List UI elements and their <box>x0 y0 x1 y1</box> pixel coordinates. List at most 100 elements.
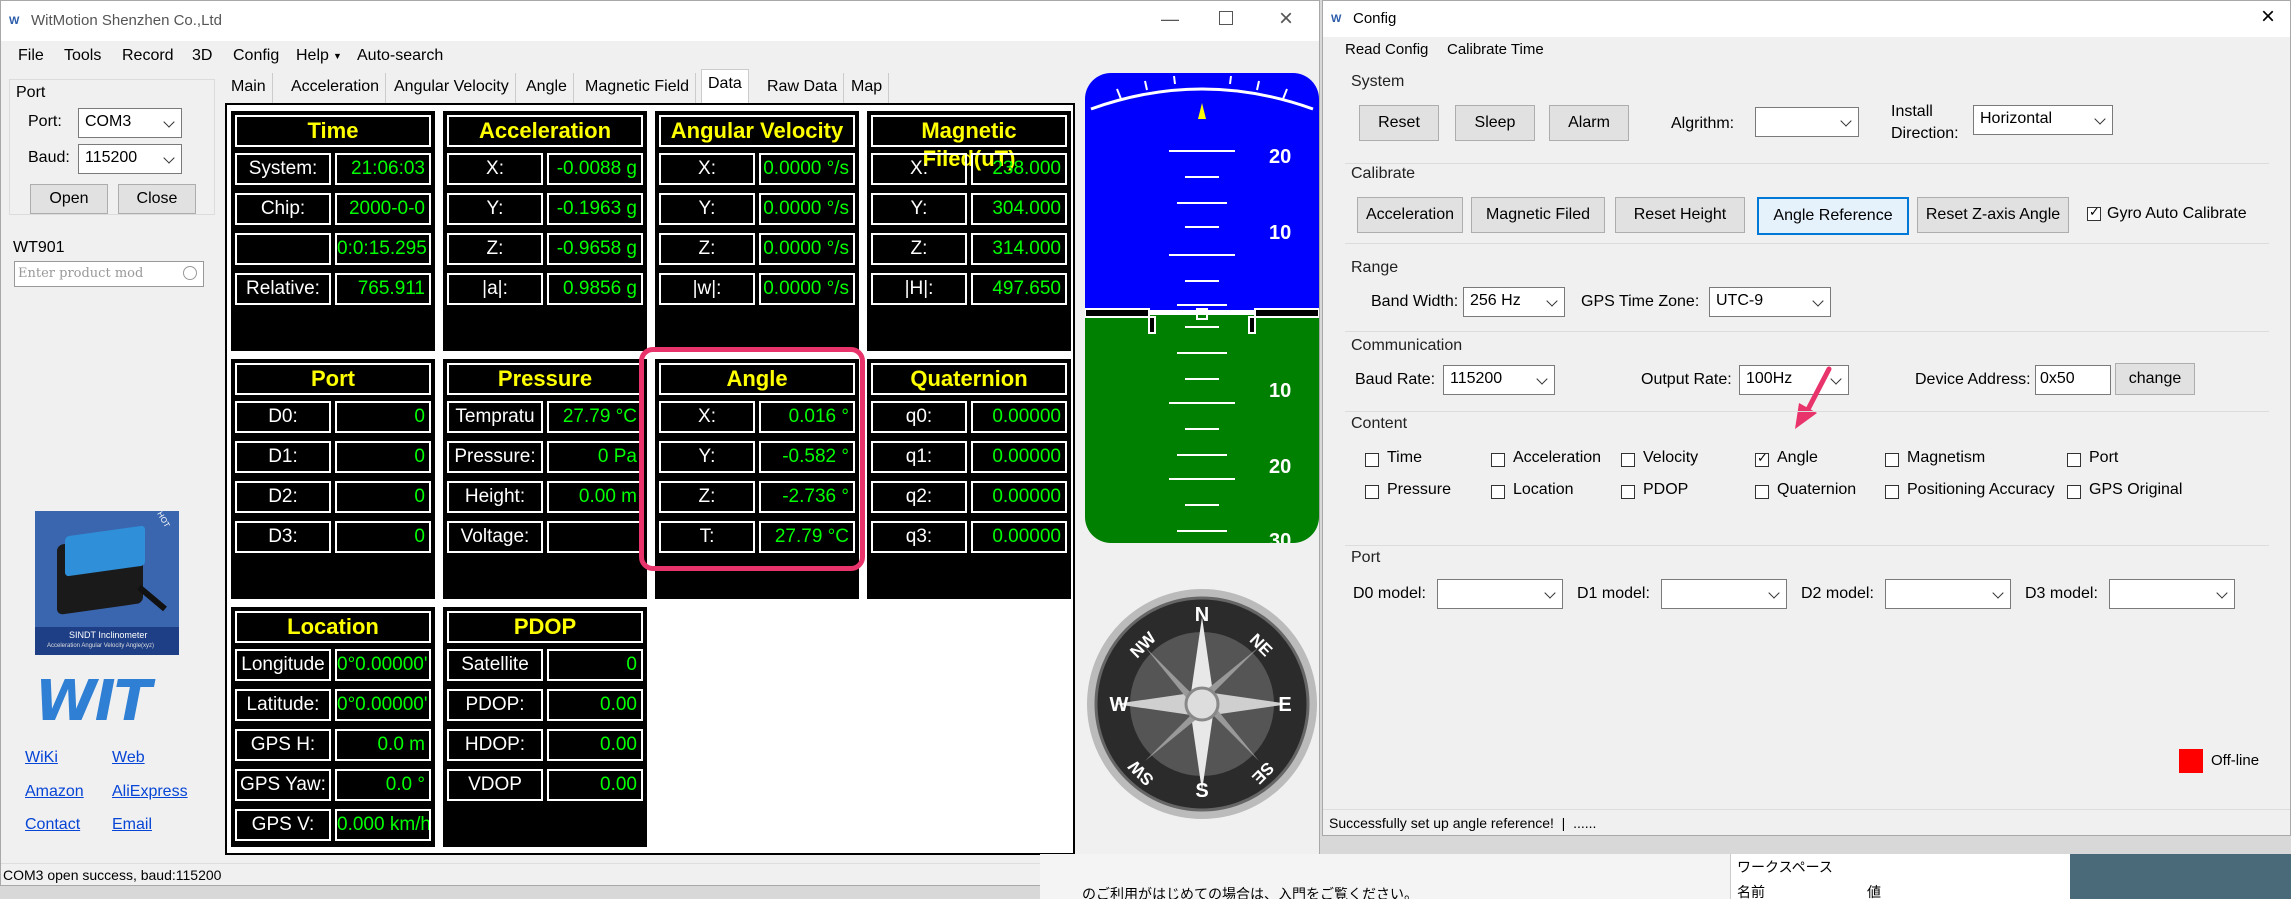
tab-raw-data[interactable]: Raw Data <box>761 73 845 103</box>
config-logo-icon: W <box>1331 13 1342 25</box>
open-button[interactable]: Open <box>30 184 108 214</box>
config-menu-read[interactable]: Read Config <box>1345 41 1428 58</box>
algrithm-select[interactable] <box>1755 107 1859 137</box>
algrithm-label: Algrithm: <box>1671 115 1735 132</box>
baud-select[interactable]: 115200 <box>78 144 182 174</box>
content-gps-original-checkbox[interactable] <box>2067 485 2081 499</box>
panel-time: Time System: 21:06:03 Chip: 2000-0-0 0:0:15.2… <box>231 111 435 351</box>
product-image-caption: Acceleration Angular Velocity Angle(xyz) <box>47 643 155 649</box>
panel-magnetic-label: Z: <box>871 233 967 265</box>
content-divider <box>1345 411 2269 412</box>
menu-record[interactable]: Record <box>122 47 174 65</box>
config-close-icon[interactable]: × <box>2261 3 2275 31</box>
workspace-title: ワークスペース <box>1737 859 1833 875</box>
panel-angular_velocity-label: Z: <box>659 233 755 265</box>
panel-port-value: 0 <box>335 521 431 553</box>
config-menu-calibrate-time[interactable]: Calibrate Time <box>1447 41 1544 58</box>
background-app: のご利用がはじめての場合は、入門をご覧ください。 ワークスペース 名前 値 <box>1040 854 2291 899</box>
install-direction-select[interactable]: Horizontal <box>1973 105 2113 135</box>
link-web[interactable]: Web <box>112 749 145 767</box>
panel-pressure-value: 27.79 °C <box>547 401 643 433</box>
content-pdop-checkbox[interactable] <box>1621 485 1635 499</box>
tab-angular-velocity[interactable]: Angular Velocity <box>388 73 516 103</box>
d1-model-select[interactable] <box>1661 579 1787 609</box>
tab-acceleration[interactable]: Acceleration <box>285 73 387 103</box>
content-velocity-checkbox[interactable] <box>1621 453 1635 467</box>
menu-file[interactable]: File <box>18 47 44 65</box>
panel-magnetic-value: 314.000 <box>971 233 1067 265</box>
content-port-label: Port <box>2089 449 2119 466</box>
content-port-checkbox[interactable] <box>2067 453 2081 467</box>
content-positioning-accuracy-checkbox[interactable] <box>1885 485 1899 499</box>
close-window-button[interactable]: × <box>1279 5 1293 33</box>
panel-time-label: Chip: <box>235 193 331 225</box>
close-button[interactable]: Close <box>118 184 196 214</box>
install-label-line2: Direction: <box>1891 125 1959 142</box>
port-select[interactable]: COM3 <box>78 108 182 138</box>
panel-pdop-value: 0.00 <box>547 729 643 761</box>
device-address-input[interactable]: 0x50 <box>2035 365 2111 395</box>
calibrate-magnetic-button[interactable]: Magnetic Filed <box>1471 197 1605 233</box>
panel-acceleration-value: -0.1963 g <box>547 193 643 225</box>
content-pressure-checkbox[interactable] <box>1365 485 1379 499</box>
tab-data[interactable]: Data <box>701 69 749 103</box>
d0-model-select[interactable] <box>1437 579 1563 609</box>
panel-pdop-value: 0.00 <box>547 689 643 721</box>
menu-auto-search[interactable]: Auto-search <box>357 47 443 65</box>
baud-rate-select[interactable]: 115200 <box>1443 365 1555 395</box>
panel-acceleration-label: Z: <box>447 233 543 265</box>
range-group-label: Range <box>1351 259 1399 276</box>
d3-model-select[interactable] <box>2109 579 2235 609</box>
d2-model-select[interactable] <box>1885 579 2011 609</box>
reset-button[interactable]: Reset <box>1359 105 1439 141</box>
menu-3d[interactable]: 3D <box>192 47 212 65</box>
d1-model-label: D1 model: <box>1577 585 1650 602</box>
panel-angular_velocity-label: |w|: <box>659 273 755 305</box>
content-angle-checkbox[interactable]: ✓ <box>1755 450 1769 467</box>
calibrate-acceleration-button[interactable]: Acceleration <box>1357 197 1463 233</box>
content-acceleration-checkbox[interactable] <box>1491 453 1505 467</box>
gps-timezone-select[interactable]: UTC-9 <box>1709 287 1831 317</box>
main-status-text: COM3 open success, baud:115200 <box>3 867 222 883</box>
angle-reference-button[interactable]: Angle Reference <box>1757 197 1909 235</box>
minimize-button[interactable]: — <box>1161 9 1179 30</box>
content-quaternion-checkbox[interactable] <box>1755 485 1769 499</box>
link-aliexpress[interactable]: AliExpress <box>112 783 188 801</box>
gyro-auto-calibrate-label: Gyro Auto Calibrate <box>2107 205 2247 222</box>
content-time-checkbox[interactable] <box>1365 453 1379 467</box>
reset-height-button[interactable]: Reset Height <box>1615 197 1745 233</box>
content-magnetism-label: Magnetism <box>1907 449 1986 466</box>
menu-config[interactable]: Config <box>233 47 279 65</box>
maximize-button[interactable] <box>1219 11 1233 25</box>
content-location-checkbox[interactable] <box>1491 485 1505 499</box>
link-contact[interactable]: Contact <box>25 816 80 834</box>
product-search-input[interactable]: Enter product mod <box>14 261 204 287</box>
reset-z-axis-button[interactable]: Reset Z-axis Angle <box>1917 197 2069 233</box>
compass-svg: N NE E SE S SW W NW <box>1087 589 1317 819</box>
tab-main[interactable]: Main <box>225 73 273 103</box>
menu-tools[interactable]: Tools <box>64 47 101 65</box>
content-magnetism-checkbox[interactable] <box>1885 453 1899 467</box>
gyro-auto-calibrate-checkbox[interactable]: ✓ <box>2087 204 2101 221</box>
link-wiki[interactable]: WiKi <box>25 749 58 767</box>
panel-pdop-value: 0.00 <box>547 769 643 801</box>
panel-pressure-value: 0.00 m <box>547 481 643 513</box>
tab-map[interactable]: Map <box>845 73 890 103</box>
bandwidth-select[interactable]: 256 Hz <box>1463 287 1565 317</box>
sleep-button[interactable]: Sleep <box>1455 105 1535 141</box>
alarm-button[interactable]: Alarm <box>1549 105 1629 141</box>
panel-time-value: 21:06:03 <box>335 153 431 185</box>
content-quaternion-label: Quaternion <box>1777 481 1857 498</box>
content-positioning-accuracy-label: Positioning Accuracy <box>1907 481 2055 498</box>
tab-magnetic-field[interactable]: Magnetic Field <box>579 73 697 103</box>
panel-port-value: 0 <box>335 401 431 433</box>
content-group-label: Content <box>1351 415 1408 432</box>
menu-help[interactable]: Help <box>296 47 329 65</box>
device-address-label: Device Address: <box>1915 371 2031 388</box>
tab-angle[interactable]: Angle <box>520 73 574 103</box>
change-address-button[interactable]: change <box>2115 363 2195 395</box>
panel-pdop-label: HDOP: <box>447 729 543 761</box>
link-amazon[interactable]: Amazon <box>25 783 84 801</box>
link-email[interactable]: Email <box>112 816 152 834</box>
content-velocity-label: Velocity <box>1643 449 1699 466</box>
